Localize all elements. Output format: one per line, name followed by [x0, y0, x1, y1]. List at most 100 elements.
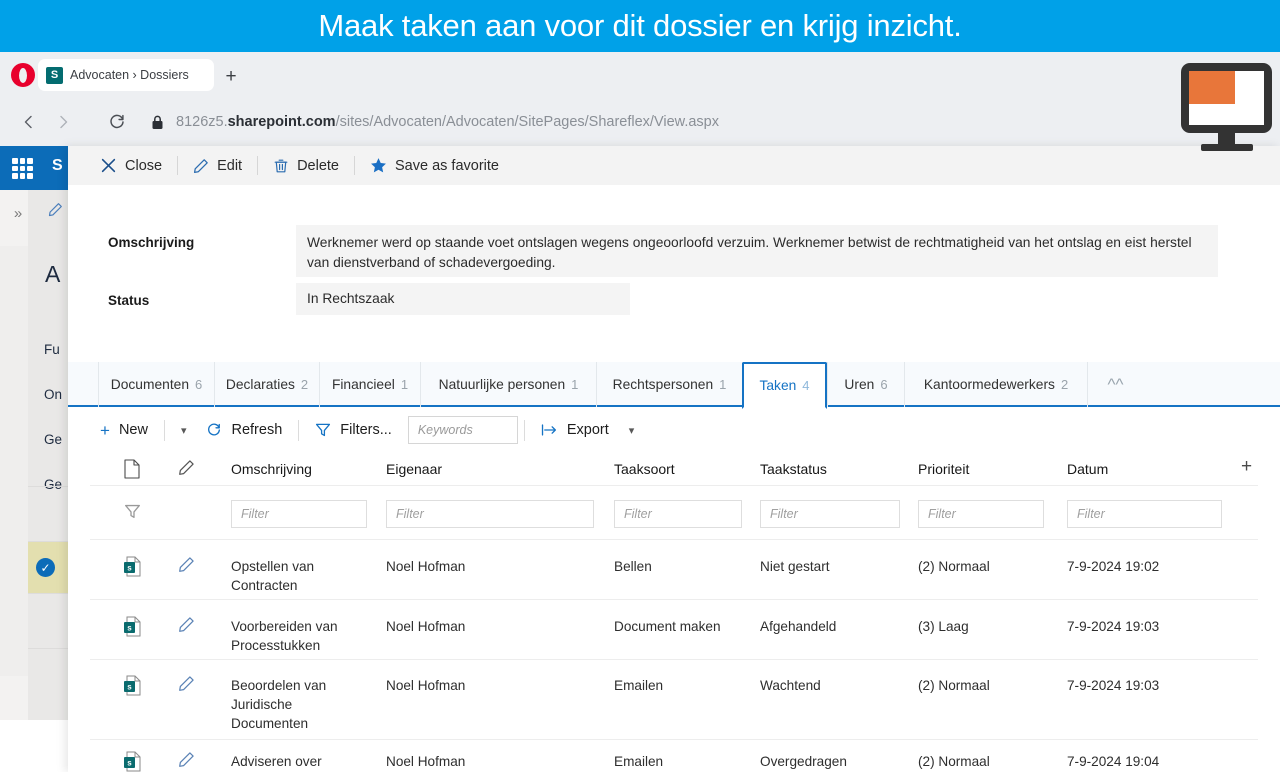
sharepoint-document-icon[interactable]: s: [124, 616, 141, 637]
filters-button[interactable]: Filters...: [305, 414, 402, 446]
column-header-taakstatus[interactable]: Taakstatus: [760, 460, 827, 479]
cell-eigenaar: Noel Hofman: [386, 559, 466, 574]
command-divider: [298, 419, 300, 441]
forward-button[interactable]: [46, 105, 80, 139]
sidebar-item-0[interactable]: Fu: [44, 342, 60, 357]
pencil-icon[interactable]: [48, 202, 63, 221]
document-icon[interactable]: [124, 459, 141, 480]
close-icon: [100, 157, 117, 174]
cell-taaksoort: Emailen: [614, 678, 664, 693]
row-edit-pencil-icon[interactable]: [178, 616, 195, 637]
sidebar-item-1[interactable]: On: [44, 387, 62, 402]
svg-text:s: s: [127, 624, 132, 633]
edit-button[interactable]: Edit: [181, 146, 254, 185]
tab-taken[interactable]: Taken 4: [742, 362, 827, 409]
sharepoint-document-icon[interactable]: s: [124, 751, 141, 772]
cell-eigenaar: Noel Hofman: [386, 678, 466, 693]
tab-count: 1: [719, 377, 727, 392]
tab-label: Documenten: [110, 377, 189, 392]
funnel-icon[interactable]: [124, 503, 141, 525]
command-divider: [163, 419, 165, 441]
refresh-button-label: Refresh: [231, 422, 283, 438]
field-value-status: In Rechtszaak: [296, 283, 630, 315]
tab-count: 6: [880, 377, 888, 392]
record-form: Omschrijving Werknemer werd op staande v…: [68, 185, 1280, 351]
new-dropdown-chevron-down-icon[interactable]: ▾: [171, 424, 197, 437]
promo-banner-text: Maak taken aan voor dit dossier en krijg…: [318, 8, 962, 43]
sidebar-item-2[interactable]: Ge: [44, 432, 62, 447]
row-selected-check-icon[interactable]: ✓: [36, 558, 55, 577]
browser-tabstrip: Advocaten › Dossiers +: [0, 52, 1280, 98]
browser-tab-title: Advocaten › Dossiers: [70, 68, 189, 82]
tab-label: Uren: [844, 377, 875, 392]
filter-input-datum[interactable]: Filter: [1067, 500, 1222, 528]
taken-table: Omschrijving Eigenaar Taaksoort Taakstat…: [68, 451, 1280, 772]
back-button[interactable]: [12, 105, 46, 139]
close-button[interactable]: Close: [88, 146, 174, 185]
column-header-taaksoort[interactable]: Taaksoort: [614, 460, 675, 479]
expand-nav-icon[interactable]: »: [7, 202, 29, 224]
new-tab-button[interactable]: +: [222, 67, 240, 86]
url-bar[interactable]: 8126z5.sharepoint.com/sites/Advocaten/Ad…: [176, 114, 719, 130]
monitor-icon: [1173, 60, 1280, 153]
tab-financieel[interactable]: Financieel 1: [319, 362, 420, 407]
cell-taaksoort: Document maken: [614, 619, 721, 634]
cell-taakstatus: Afgehandeld: [760, 619, 837, 634]
add-column-plus-icon[interactable]: +: [1241, 457, 1252, 476]
cell-prioriteit: (2) Normaal: [918, 559, 990, 574]
page-title: A: [45, 261, 61, 287]
row-edit-pencil-icon[interactable]: [178, 675, 195, 696]
close-button-label: Close: [125, 157, 163, 174]
tab-kantoormedewerkers[interactable]: Kantoormedewerkers 2: [904, 362, 1087, 407]
export-button[interactable]: Export: [531, 414, 619, 446]
sharepoint-document-icon[interactable]: s: [124, 556, 141, 577]
new-button[interactable]: + New: [90, 414, 158, 446]
save-as-favorite-button[interactable]: Save as favorite: [358, 146, 511, 185]
row-edit-pencil-icon[interactable]: [178, 556, 195, 577]
filter-input-prioriteit[interactable]: Filter: [918, 500, 1044, 528]
tab-declaraties[interactable]: Declaraties 2: [214, 362, 319, 407]
suite-brand-label: S: [52, 157, 63, 174]
tab-label: Declaraties: [225, 377, 295, 392]
delete-button[interactable]: Delete: [261, 146, 351, 185]
collapse-tabs-button[interactable]: ^^: [1087, 362, 1143, 407]
sharepoint-icon: [46, 66, 63, 84]
keywords-input[interactable]: Keywords: [407, 416, 518, 444]
tab-count: 2: [300, 377, 309, 392]
tab-count: 6: [195, 377, 203, 392]
tab-uren[interactable]: Uren 6: [827, 362, 904, 407]
pencil-icon[interactable]: [178, 459, 195, 480]
star-icon: [370, 157, 387, 174]
refresh-button[interactable]: Refresh: [196, 414, 292, 446]
tab-rechtspersonen[interactable]: Rechtspersonen 1: [596, 362, 742, 407]
filter-input-taaksoort[interactable]: Filter: [614, 500, 742, 528]
chevron-right-icon: [60, 115, 68, 129]
toolbar-divider: [177, 156, 179, 175]
app-launcher-icon[interactable]: [12, 158, 33, 179]
cell-datum: 7-9-2024 19:03: [1067, 619, 1160, 634]
cell-datum: 7-9-2024 19:02: [1067, 559, 1160, 574]
browser-tab[interactable]: Advocaten › Dossiers: [38, 59, 214, 91]
tab-documenten[interactable]: Documenten 6: [98, 362, 214, 407]
field-label-status: Status: [108, 293, 150, 308]
tab-natuurlijke-personen[interactable]: Natuurlijke personen 1: [420, 362, 596, 407]
reload-button[interactable]: [100, 105, 134, 139]
column-header-eigenaar[interactable]: Eigenaar: [386, 460, 442, 479]
sidebar-item-3[interactable]: Ge: [44, 477, 62, 492]
chevron-left-icon: [24, 115, 32, 129]
filter-input-taakstatus[interactable]: Filter: [760, 500, 900, 528]
column-header-prioriteit[interactable]: Prioriteit: [918, 460, 969, 479]
trash-icon: [273, 158, 289, 174]
filter-input-eigenaar[interactable]: Filter: [386, 500, 594, 528]
cell-datum: 7-9-2024 19:04: [1067, 754, 1160, 769]
filter-input-omschrijving[interactable]: Filter: [231, 500, 367, 528]
sharepoint-document-icon[interactable]: s: [124, 675, 141, 696]
column-header-omschrijving[interactable]: Omschrijving: [231, 460, 312, 479]
cell-prioriteit: (2) Normaal: [918, 754, 990, 769]
column-header-datum[interactable]: Datum: [1067, 460, 1108, 479]
export-dropdown-chevron-down-icon[interactable]: ▾: [619, 424, 645, 437]
list-command-bar: + New ▾ Refresh Filters... Keywords Expo…: [68, 409, 1280, 451]
browser-navbar: 8126z5.sharepoint.com/sites/Advocaten/Ad…: [0, 98, 1280, 146]
sharepoint-outer-rail: [0, 246, 28, 676]
row-edit-pencil-icon[interactable]: [178, 751, 195, 772]
